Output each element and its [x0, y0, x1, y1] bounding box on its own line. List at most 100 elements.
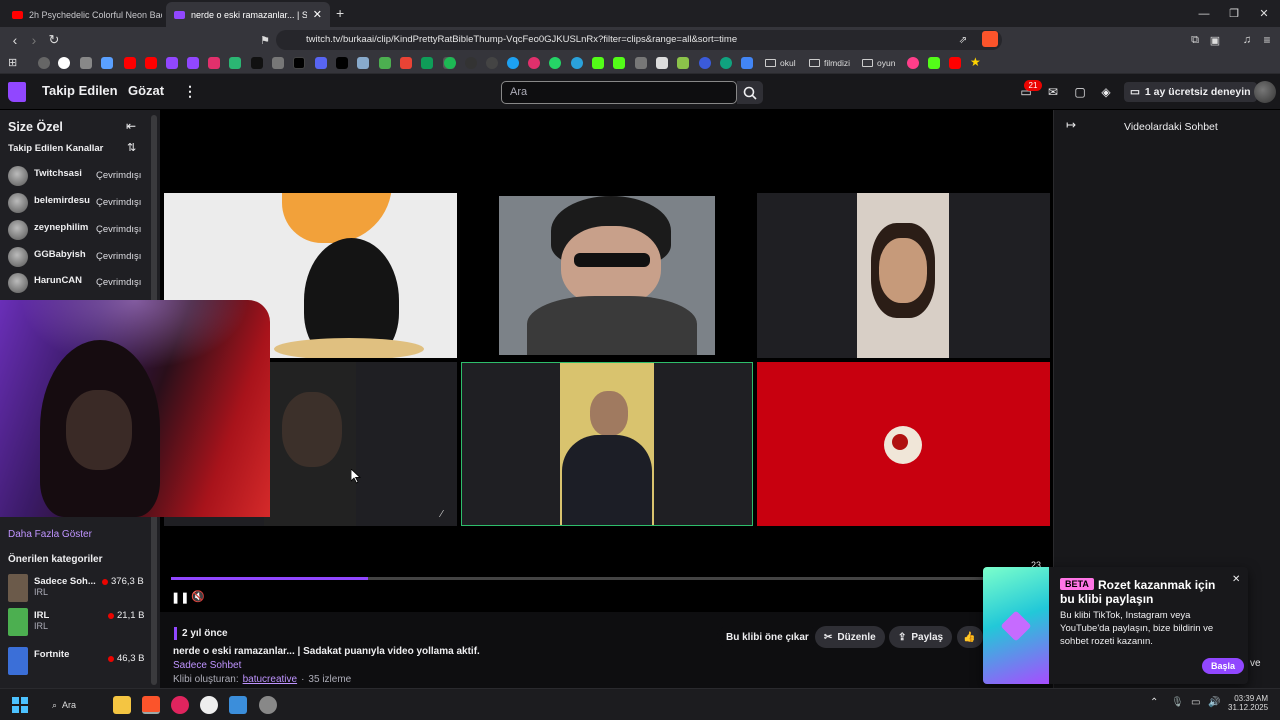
sort-icon[interactable]: ⇅: [127, 141, 136, 154]
kick-icon[interactable]: [613, 57, 625, 69]
notifications-icon[interactable]: ▢: [1072, 84, 1088, 100]
share-icon[interactable]: ⇗: [954, 31, 972, 49]
category-item[interactable]: Sadece Soh... IRL 376,3 B: [8, 574, 153, 610]
back-button[interactable]: ‹: [6, 31, 24, 49]
kick-icon[interactable]: [928, 57, 940, 69]
collapse-icon[interactable]: ⇤: [126, 119, 136, 133]
tray-chevron-icon[interactable]: ⌃: [1150, 697, 1158, 708]
bookmark-site-icon[interactable]: [272, 57, 284, 69]
nav-following[interactable]: Takip Edilen: [42, 83, 118, 98]
bookmark-site-icon[interactable]: [80, 57, 92, 69]
tiktok-icon[interactable]: [293, 57, 305, 69]
gmail-icon[interactable]: [400, 57, 412, 69]
bookmark-site-icon[interactable]: [229, 57, 241, 69]
bookmark-folder[interactable]: oyun: [862, 56, 895, 70]
threads-icon[interactable]: [486, 57, 498, 69]
bookmark-site-icon[interactable]: [357, 57, 369, 69]
browser-tab[interactable]: 2h Psychedelic Colorful Neon Backgr: [4, 2, 162, 27]
twitch-logo-icon[interactable]: [8, 82, 26, 102]
pause-button[interactable]: ❚❚: [171, 591, 189, 604]
spotify-icon[interactable]: [444, 57, 456, 69]
extensions-icon[interactable]: ⧉: [1186, 31, 1204, 49]
browser-tab-active[interactable]: nerde o eski ramazanlar... | Sadakat ✕: [166, 2, 330, 27]
file-explorer-icon[interactable]: [113, 696, 131, 714]
category-item[interactable]: Fortnite 46,3 B: [8, 647, 153, 683]
prime-icon[interactable]: ◈: [1098, 84, 1114, 100]
x-icon[interactable]: [251, 57, 263, 69]
like-button[interactable]: 👍: [957, 626, 983, 648]
address-bar[interactable]: twitch.tv/burkaai/clip/KindPrettyRatBibl…: [276, 30, 1002, 50]
bookmark-site-icon[interactable]: [465, 57, 477, 69]
photos-icon[interactable]: [229, 696, 247, 714]
bookmark-site-icon[interactable]: [656, 57, 668, 69]
close-icon[interactable]: ✕: [313, 8, 322, 21]
minimize-button[interactable]: —: [1188, 0, 1220, 27]
apps-icon[interactable]: ⊞: [8, 56, 17, 69]
bookmark-site-icon[interactable]: [907, 57, 919, 69]
bookmark-site-icon[interactable]: [635, 57, 647, 69]
menu-icon[interactable]: ≡: [1258, 31, 1276, 49]
bookmark-site-icon[interactable]: [101, 57, 113, 69]
youtube-icon[interactable]: [124, 57, 136, 69]
sidebar-channel[interactable]: zeynephilim Çevrimdışı: [8, 220, 153, 242]
bookmark-site-icon[interactable]: [528, 57, 540, 69]
kick-icon[interactable]: [592, 57, 604, 69]
media-player-icon[interactable]: [171, 696, 189, 714]
app-icon[interactable]: [200, 696, 218, 714]
history-icon[interactable]: [38, 57, 50, 69]
show-more-link[interactable]: Daha Fazla Göster: [8, 529, 92, 540]
network-icon[interactable]: ▭: [1191, 697, 1200, 708]
promo-button[interactable]: ▭ 1 ay ücretsiz deneyin: [1124, 82, 1257, 102]
brave-shield-icon[interactable]: [982, 31, 998, 47]
drive-icon[interactable]: [421, 57, 433, 69]
telegram-icon[interactable]: [571, 57, 583, 69]
forward-button[interactable]: ›: [25, 31, 43, 49]
bookmark-folder[interactable]: filmdizi: [809, 56, 850, 70]
bookmark-folder[interactable]: okul: [765, 56, 796, 70]
youtube-icon[interactable]: [949, 57, 961, 69]
media-icon[interactable]: ♫: [1238, 31, 1256, 49]
avatar[interactable]: [1254, 81, 1276, 103]
bookmark-site-icon[interactable]: [336, 57, 348, 69]
volume-icon[interactable]: 🔊: [1208, 697, 1220, 708]
edit-button[interactable]: ✂ Düzenle: [815, 626, 885, 648]
bookmark-site-icon[interactable]: [677, 57, 689, 69]
start-button[interactable]: Başla: [1202, 658, 1245, 674]
twitch-icon[interactable]: [187, 57, 199, 69]
windows-start-icon[interactable]: [12, 697, 28, 713]
bookmark-site-icon[interactable]: [507, 57, 519, 69]
bookmark-site-icon[interactable]: [699, 57, 711, 69]
new-tab-button[interactable]: +: [336, 5, 344, 21]
bookmark-site-icon[interactable]: [741, 57, 753, 69]
bookmark-site-icon[interactable]: [379, 57, 391, 69]
taskbar-search[interactable]: ⌕ Ara: [52, 696, 76, 714]
bookmark-icon[interactable]: ⚑: [256, 31, 274, 49]
search-input[interactable]: Ara: [501, 81, 737, 104]
brave-browser-icon[interactable]: [142, 696, 160, 714]
google-icon[interactable]: [58, 57, 70, 69]
instagram-icon[interactable]: [208, 57, 220, 69]
mute-button[interactable]: 🔇: [191, 590, 205, 603]
feature-clip-button[interactable]: Bu klibi öne çıkar: [717, 626, 818, 648]
whispers-icon[interactable]: ✉: [1045, 84, 1061, 100]
sidebar-channel[interactable]: GGBabyish Çevrimdışı: [8, 247, 153, 269]
nav-browse[interactable]: Gözat: [128, 83, 164, 98]
youtube-icon[interactable]: [145, 57, 157, 69]
reload-button[interactable]: ↻: [45, 31, 63, 49]
wallet-icon[interactable]: ▣: [1206, 31, 1224, 49]
close-icon[interactable]: ✕: [1232, 574, 1240, 585]
chatgpt-icon[interactable]: [720, 57, 732, 69]
share-button[interactable]: ⇪ Paylaş: [889, 626, 953, 648]
sidebar-channel[interactable]: HarunCAN Çevrimdışı: [8, 273, 153, 295]
tray-clock[interactable]: 03:39 AM 31.12.2025: [1228, 694, 1268, 712]
expand-icon[interactable]: ↦: [1066, 118, 1076, 132]
restore-button[interactable]: ❐: [1218, 0, 1250, 27]
creator-link[interactable]: batucreative: [243, 674, 297, 685]
steam-icon[interactable]: [259, 696, 277, 714]
star-icon[interactable]: ★: [970, 55, 981, 69]
search-button[interactable]: [737, 81, 763, 104]
whatsapp-icon[interactable]: [549, 57, 561, 69]
bookmark-site-icon[interactable]: [315, 57, 327, 69]
twitch-icon[interactable]: [166, 57, 178, 69]
clip-category[interactable]: Sadece Sohbet: [173, 660, 241, 671]
